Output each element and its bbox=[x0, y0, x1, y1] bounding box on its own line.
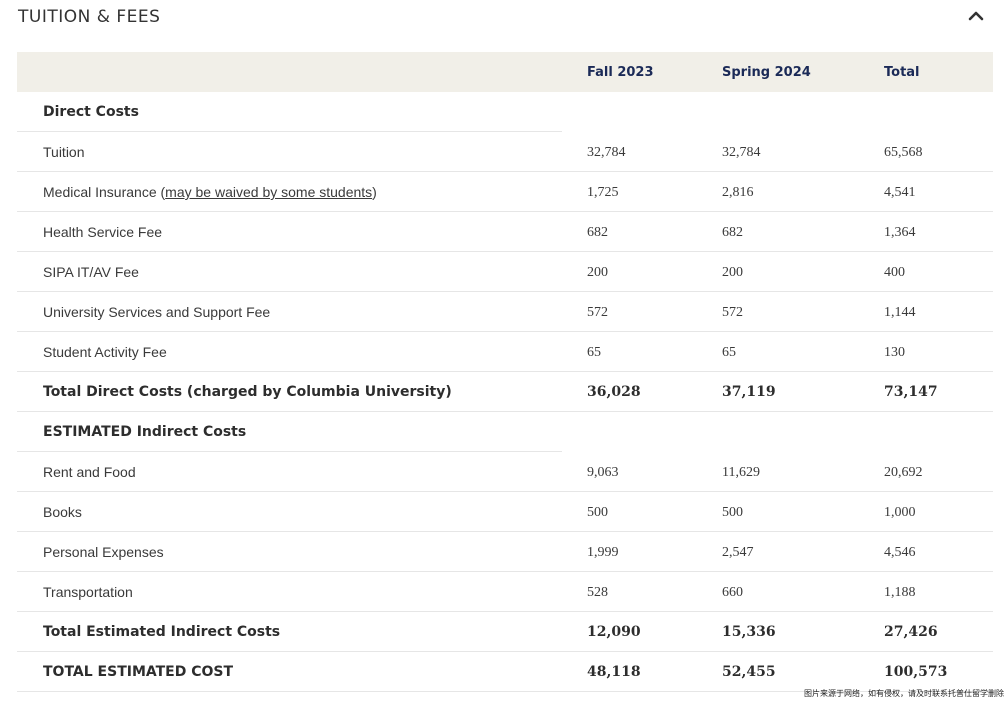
cell-spring: 37,119 bbox=[722, 384, 776, 400]
table-row-total-estimated-cost: TOTAL ESTIMATED COST 48,118 52,455 100,5… bbox=[17, 652, 993, 692]
section-title: TUITION & FEES bbox=[18, 7, 161, 27]
cell-fall: 682 bbox=[587, 225, 608, 240]
cell-spring: 682 bbox=[722, 225, 743, 240]
row-label: Health Service Fee bbox=[43, 224, 163, 240]
table-row-personal-expenses: Personal Expenses 1,999 2,547 4,546 bbox=[17, 532, 993, 572]
collapse-button[interactable] bbox=[966, 6, 986, 26]
column-header-fall: Fall 2023 bbox=[587, 65, 654, 80]
cell-fall: 528 bbox=[587, 585, 608, 600]
cell-spring: 15,336 bbox=[722, 624, 776, 640]
row-label: Personal Expenses bbox=[43, 544, 164, 560]
cell-fall: 572 bbox=[587, 305, 608, 320]
section-header: TUITION & FEES bbox=[17, 0, 992, 38]
cell-fall: 32,784 bbox=[587, 145, 626, 160]
cell-fall: 12,090 bbox=[587, 624, 641, 640]
table-row-student-activity-fee: Student Activity Fee 65 65 130 bbox=[17, 332, 993, 372]
row-label: Student Activity Fee bbox=[43, 344, 167, 360]
tuition-table: Fall 2023 Spring 2024 Total Direct Costs… bbox=[17, 52, 993, 692]
table-row-sipa-it-av-fee: SIPA IT/AV Fee 200 200 400 bbox=[17, 252, 993, 292]
chevron-up-icon bbox=[968, 11, 984, 21]
cell-fall: 1,725 bbox=[587, 185, 619, 200]
cell-spring: 52,455 bbox=[722, 664, 776, 680]
cell-fall: 9,063 bbox=[587, 465, 619, 480]
cell-total: 130 bbox=[884, 345, 905, 360]
cell-total: 100,573 bbox=[884, 664, 948, 680]
cell-fall: 48,118 bbox=[587, 664, 641, 680]
row-label: SIPA IT/AV Fee bbox=[43, 264, 139, 280]
row-label: Medical Insurance (may be waived by some… bbox=[43, 184, 377, 200]
cell-spring: 32,784 bbox=[722, 145, 761, 160]
row-label: Transportation bbox=[43, 584, 133, 600]
section-row-indirect-costs: ESTIMATED Indirect Costs bbox=[17, 412, 993, 452]
row-label: Total Estimated Indirect Costs bbox=[43, 624, 281, 640]
column-header-spring: Spring 2024 bbox=[722, 65, 811, 80]
cell-fall: 500 bbox=[587, 505, 608, 520]
cell-total: 1,364 bbox=[884, 225, 916, 240]
section-row-direct-costs: Direct Costs bbox=[17, 92, 993, 132]
cell-total: 4,546 bbox=[884, 545, 916, 560]
cell-fall: 65 bbox=[587, 345, 601, 360]
cell-spring: 65 bbox=[722, 345, 736, 360]
table-row-health-service-fee: Health Service Fee 682 682 1,364 bbox=[17, 212, 993, 252]
watermark-text: 图片来源于网络，如有侵权，请及时联系托普仕留学删除 bbox=[804, 689, 1004, 698]
row-label-prefix: Medical Insurance ( bbox=[43, 184, 166, 200]
table-header: Fall 2023 Spring 2024 Total bbox=[17, 52, 993, 92]
cell-fall: 200 bbox=[587, 265, 608, 280]
cell-total: 1,144 bbox=[884, 305, 916, 320]
row-label: Tuition bbox=[43, 144, 85, 160]
cell-fall: 1,999 bbox=[587, 545, 619, 560]
cell-total: 1,000 bbox=[884, 505, 916, 520]
cell-fall: 36,028 bbox=[587, 384, 641, 400]
table-row-university-services-fee: University Services and Support Fee 572 … bbox=[17, 292, 993, 332]
cell-spring: 200 bbox=[722, 265, 743, 280]
waiver-link[interactable]: may be waived by some students bbox=[165, 184, 372, 200]
table-row-total-direct-costs: Total Direct Costs (charged by Columbia … bbox=[17, 372, 993, 412]
row-label: Books bbox=[43, 504, 82, 520]
cell-spring: 660 bbox=[722, 585, 743, 600]
table-row-tuition: Tuition 32,784 32,784 65,568 bbox=[17, 132, 993, 172]
cell-spring: 2,816 bbox=[722, 185, 754, 200]
section-label: Direct Costs bbox=[43, 104, 139, 120]
cell-total: 73,147 bbox=[884, 384, 938, 400]
table-row-rent-and-food: Rent and Food 9,063 11,629 20,692 bbox=[17, 452, 993, 492]
section-label: ESTIMATED Indirect Costs bbox=[43, 424, 247, 440]
cell-spring: 2,547 bbox=[722, 545, 754, 560]
cell-total: 400 bbox=[884, 265, 905, 280]
row-label: TOTAL ESTIMATED COST bbox=[43, 664, 234, 680]
cell-total: 27,426 bbox=[884, 624, 938, 640]
cell-total: 65,568 bbox=[884, 145, 923, 160]
cell-total: 4,541 bbox=[884, 185, 916, 200]
row-label-suffix: ) bbox=[372, 184, 377, 200]
table-row-medical-insurance: Medical Insurance (may be waived by some… bbox=[17, 172, 993, 212]
row-label: Total Direct Costs (charged by Columbia … bbox=[43, 384, 452, 400]
table-row-total-indirect-costs: Total Estimated Indirect Costs 12,090 15… bbox=[17, 612, 993, 652]
row-label: University Services and Support Fee bbox=[43, 304, 271, 320]
cell-spring: 11,629 bbox=[722, 465, 760, 480]
column-header-total: Total bbox=[884, 65, 920, 80]
cell-spring: 572 bbox=[722, 305, 743, 320]
cell-total: 20,692 bbox=[884, 465, 923, 480]
cell-total: 1,188 bbox=[884, 585, 916, 600]
cell-spring: 500 bbox=[722, 505, 743, 520]
table-row-transportation: Transportation 528 660 1,188 bbox=[17, 572, 993, 612]
table-row-books: Books 500 500 1,000 bbox=[17, 492, 993, 532]
row-label: Rent and Food bbox=[43, 464, 136, 480]
